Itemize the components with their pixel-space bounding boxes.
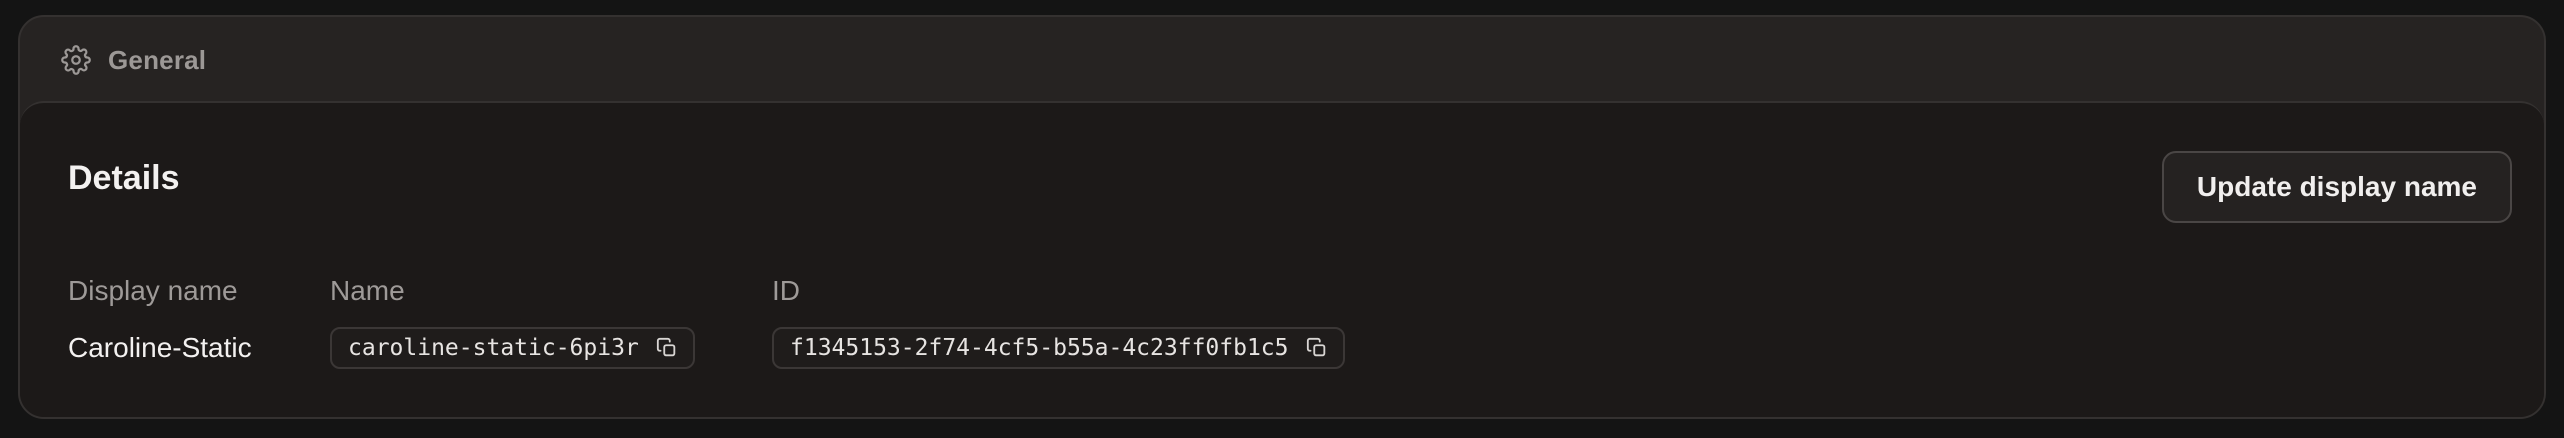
id-chip: f1345153-2f74-4cf5-b55a-4c23ff0fb1c5 xyxy=(772,327,1345,369)
copy-icon[interactable] xyxy=(1305,336,1329,360)
id-value: f1345153-2f74-4cf5-b55a-4c23ff0fb1c5 xyxy=(790,335,1289,361)
general-settings-card: General Details Update display name Disp… xyxy=(18,15,2546,419)
gear-icon xyxy=(60,44,92,76)
details-panel: Details Update display name Display name… xyxy=(20,101,2544,417)
id-label: ID xyxy=(772,275,800,306)
card-header: General xyxy=(20,17,2544,103)
name-chip: caroline-static-6pi3r xyxy=(330,327,695,369)
name-value: caroline-static-6pi3r xyxy=(348,335,639,361)
name-label: Name xyxy=(330,275,405,306)
display-name-label: Display name xyxy=(68,275,238,306)
copy-icon[interactable] xyxy=(655,336,679,360)
update-display-name-button[interactable]: Update display name xyxy=(2161,151,2512,223)
section-title: General xyxy=(108,44,207,75)
details-title: Details xyxy=(68,159,180,197)
display-name-value: Caroline-Static xyxy=(68,332,252,363)
